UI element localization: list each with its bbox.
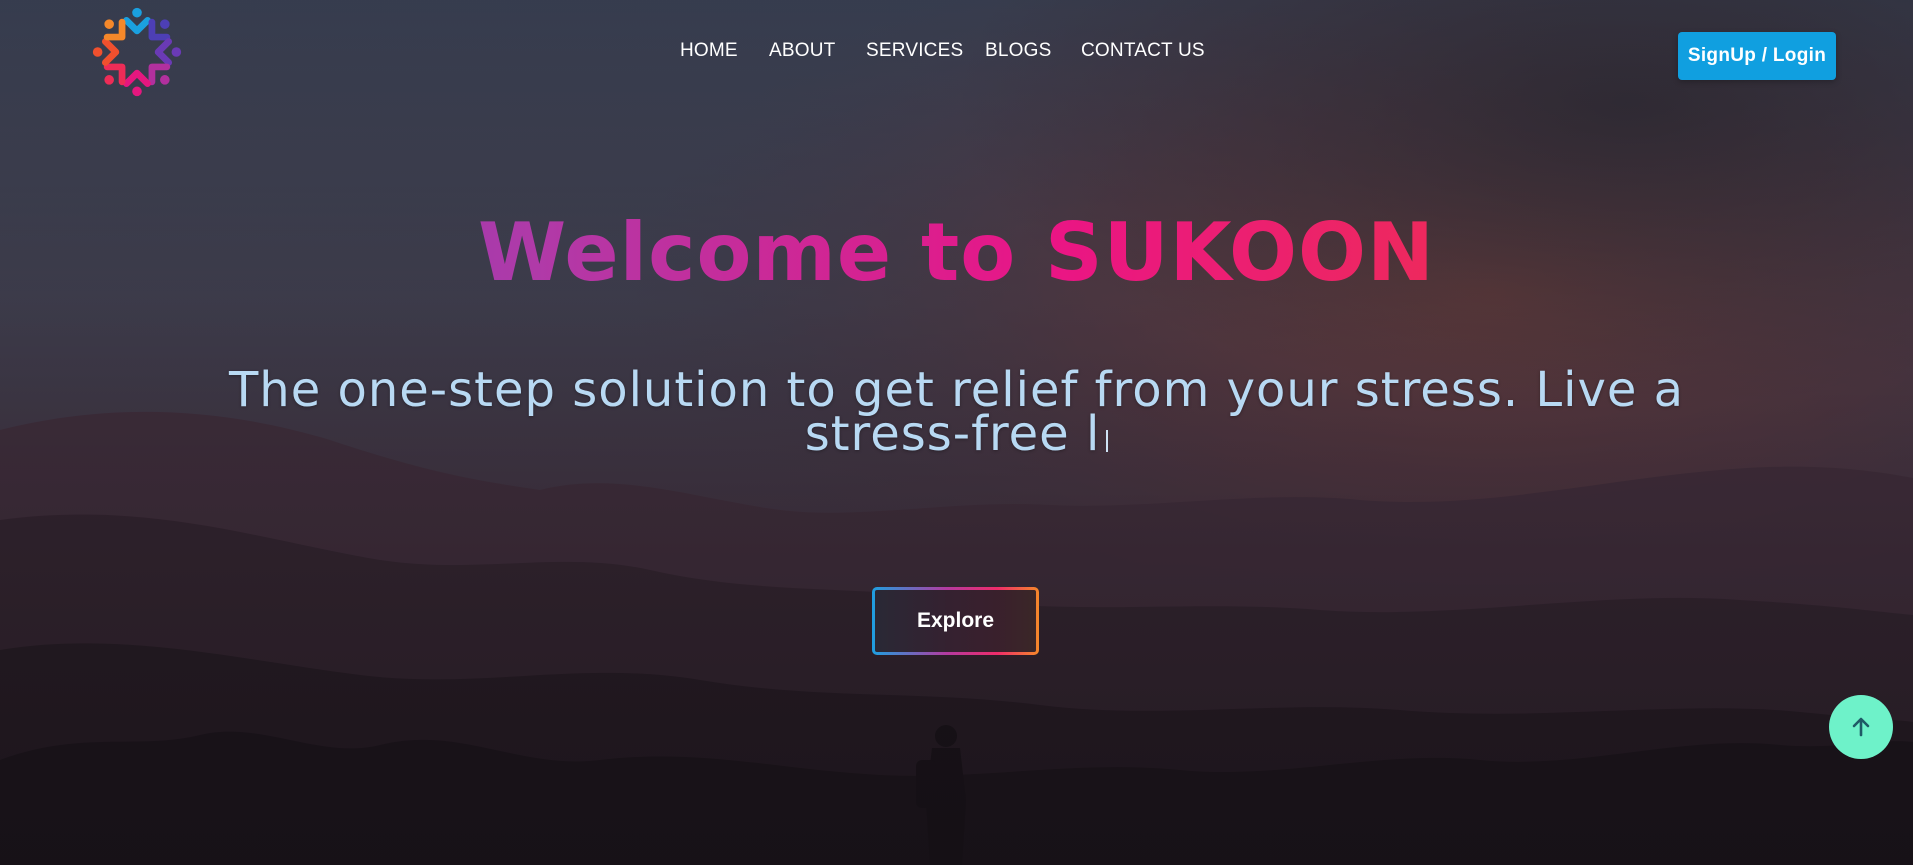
nav-item-blogs[interactable]: BLOGS — [985, 40, 1051, 62]
main-nav: HOME ABOUT SERVICES BLOGS CONTACT US — [0, 40, 1913, 70]
arrow-up-icon — [1852, 717, 1870, 737]
nav-item-home[interactable]: HOME — [680, 40, 738, 62]
nav-item-services[interactable]: SERVICES — [866, 40, 963, 62]
explore-button[interactable]: Explore — [872, 587, 1039, 655]
hero-title: Welcome to SUKOON — [0, 198, 1913, 308]
scroll-to-top-button[interactable] — [1829, 695, 1893, 759]
nav-item-contact-us[interactable]: CONTACT US — [1081, 40, 1205, 62]
nav-item-about[interactable]: ABOUT — [769, 40, 835, 62]
typing-cursor — [1106, 430, 1109, 452]
signup-login-button[interactable]: SignUp / Login — [1678, 32, 1836, 80]
hero-tagline: The one-step solution to get relief from… — [150, 366, 1763, 458]
hero-tagline-text: The one-step solution to get relief from… — [228, 362, 1685, 462]
